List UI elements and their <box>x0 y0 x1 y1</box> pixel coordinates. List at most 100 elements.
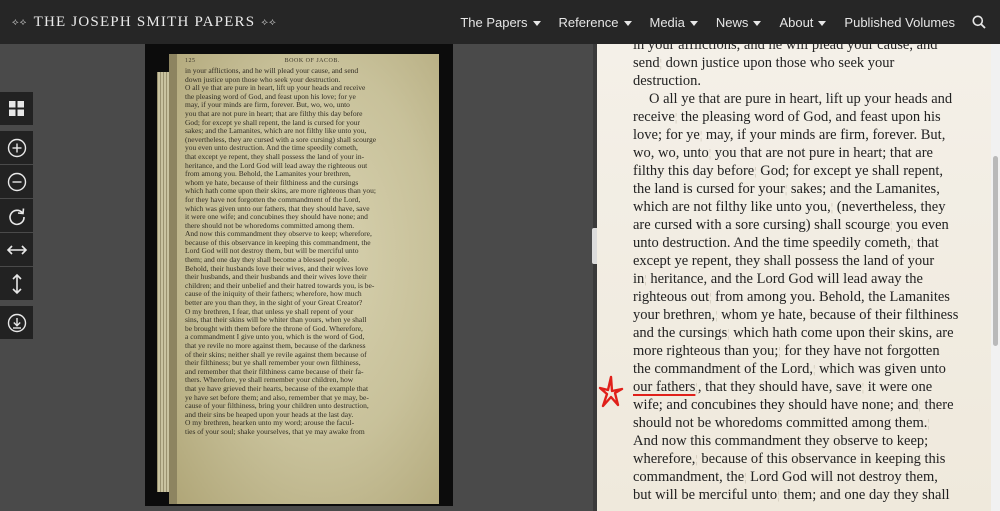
transcript-line: And now this commandment they observe to… <box>633 432 967 450</box>
scan-line: ties of your soul; shake yourselves, tha… <box>185 426 365 436</box>
transcript-segment: filthy this day before <box>633 163 755 179</box>
transcript-segment: more righteous than you; <box>633 343 779 359</box>
search-icon <box>972 15 986 29</box>
book-scan: 125 BOOK OF JACOB. in your afflictions, … <box>145 44 453 506</box>
transcript-line: more righteous than you;¦ for they have … <box>633 342 967 360</box>
transcript-segment: the commandment of the Lord, <box>633 361 813 377</box>
scan-running-head: 125 BOOK OF JACOB. <box>185 58 429 64</box>
transcript-line: unto destruction. And the time speedily … <box>633 234 967 252</box>
transcript-line: receive¦ the pleasing word of God, and f… <box>633 108 967 126</box>
transcript-line: O all ye that are pure in heart, lift up… <box>633 90 967 108</box>
site-logo[interactable]: ⟡⟡ THE JOSEPH SMITH PAPERS ⟡⟡ <box>0 14 277 31</box>
transcript-segment: send <box>633 55 660 71</box>
fit-height-button[interactable] <box>0 267 33 300</box>
scanned-page: 125 BOOK OF JACOB. in your afflictions, … <box>169 54 439 504</box>
nav-about[interactable]: About <box>770 0 835 44</box>
transcript-line: love; for ye¦ may, if your minds are fir… <box>633 126 967 144</box>
transcript-segment: which was given unto <box>815 361 946 377</box>
nav-label: News <box>715 14 749 30</box>
transcript-segment: your brethren, <box>633 307 716 323</box>
transcript-segment: wo, wo, unto <box>633 145 709 161</box>
zoom-out-icon <box>7 172 26 191</box>
zoom-in-button[interactable] <box>0 131 33 164</box>
chevron-down-icon <box>753 20 762 26</box>
site-title[interactable]: THE JOSEPH SMITH PAPERS <box>34 14 256 31</box>
transcript-segment: down justice upon those who seek your <box>662 55 895 71</box>
top-navigation-bar: ⟡⟡ THE JOSEPH SMITH PAPERS ⟡⟡ The Papers… <box>0 0 1000 44</box>
search-button[interactable] <box>964 0 994 44</box>
main-menu: The Papers Reference Media News About Pu… <box>451 0 1000 44</box>
grid-view-button[interactable] <box>0 92 33 125</box>
chevron-down-icon <box>818 20 827 26</box>
fit-width-button[interactable] <box>0 233 33 266</box>
image-viewer[interactable]: 125 BOOK OF JACOB. in your afflictions, … <box>33 44 593 511</box>
fit-height-icon <box>11 273 22 294</box>
rotate-button[interactable] <box>0 199 33 232</box>
transcript-segment: from among you. Behold, the Lamanites <box>711 289 950 305</box>
transcript-line: destruction. <box>633 72 967 90</box>
transcript-segment: love; for ye <box>633 127 700 143</box>
transcript-segment: should not be whoredoms committed among … <box>633 415 928 431</box>
transcript-segment: And now this commandment they observe to… <box>633 433 929 449</box>
transcript-segment: except ye repent, they shall possess the… <box>633 253 935 269</box>
scrollbar[interactable] <box>991 44 1000 511</box>
rotate-icon <box>8 207 25 225</box>
transcript-segment: wherefore, <box>633 451 696 467</box>
transcript-line: which are not filthy like unto you,¦ (ne… <box>633 198 967 216</box>
scan-text-block: in your afflictions, and he will plead y… <box>185 66 429 437</box>
scan-page-number: 125 <box>185 58 196 64</box>
transcript-segment: unto destruction. And the time speedily … <box>633 235 911 251</box>
viewer-toolbar <box>0 92 33 340</box>
nav-reference[interactable]: Reference <box>550 0 641 44</box>
transcript-segment: because of this observance in keeping th… <box>697 451 946 467</box>
transcript-segment: wife; and concubines they should have no… <box>633 397 919 413</box>
transcript-segment: whom ye hate, because of their filthines… <box>717 307 959 323</box>
transcript-line: wherefore,¦ because of this observance i… <box>633 450 967 468</box>
transcript-line: except ye repent, they shall possess the… <box>633 252 967 270</box>
transcript-segment: which are not filthy like unto you, <box>633 199 831 215</box>
transcript-line: the land is cursed for your¦ sakes; and … <box>633 180 967 198</box>
transcript-segment: and the cursings <box>633 325 728 341</box>
grid-view-icon <box>9 101 24 116</box>
nav-published-volumes[interactable]: Published Volumes <box>835 0 964 44</box>
transcript-segment: are cursed with a sore cursing) shall sc… <box>633 217 891 233</box>
transcript-segment: destruction. <box>633 73 702 89</box>
transcript-line: righteous out¦ from among you. Behold, t… <box>633 288 967 306</box>
transcript-segment: (nevertheless, they <box>833 199 946 215</box>
scan-title: BOOK OF JACOB. <box>284 58 340 64</box>
transcript-segment: may, if your minds are firm, forever. Bu… <box>702 127 946 143</box>
download-button[interactable] <box>0 306 33 339</box>
transcript-segment: them; and one day they shall <box>779 487 950 503</box>
ornament-left-icon: ⟡⟡ <box>12 16 28 28</box>
ornament-right-icon: ⟡⟡ <box>261 16 277 28</box>
transcript-line: but will be merciful unto¦ them; and one… <box>633 486 967 504</box>
transcript-segment: that <box>913 235 939 251</box>
nav-news[interactable]: News <box>707 0 771 44</box>
nav-label: Media <box>649 14 685 30</box>
transcript-line: our fathers¦, that they should have, sav… <box>633 378 967 396</box>
fit-width-icon <box>6 244 27 255</box>
transcript-segment: the land is cursed for your <box>633 181 785 197</box>
transcript-segment: sakes; and the Lamanites, <box>787 181 940 197</box>
transcript-line: should not be whoredoms committed among … <box>633 414 967 432</box>
zoom-out-button[interactable] <box>0 165 33 198</box>
nav-label: Reference <box>558 14 619 30</box>
transcript-segment: the pleasing word of God, and feast upon… <box>677 109 941 125</box>
transcript-segment: O all ye that are pure in heart, lift up… <box>649 91 953 107</box>
nav-media[interactable]: Media <box>641 0 707 44</box>
chevron-down-icon <box>532 20 541 26</box>
transcript-line: commandment, the¦ Lord God will not dest… <box>633 468 967 486</box>
chevron-down-icon <box>689 20 698 26</box>
red-star-annotation <box>598 375 624 408</box>
transcript-line: send¦ down justice upon those who seek y… <box>633 54 967 72</box>
transcript-segment: for they have not forgotten <box>780 343 940 359</box>
scrollbar-thumb[interactable] <box>993 156 998 346</box>
chevron-down-icon <box>623 20 632 26</box>
transcript-line: wife; and concubines they should have no… <box>633 396 967 414</box>
transcript-segment: receive <box>633 109 675 125</box>
transcript-line: in your afflictions, and he will plead y… <box>633 44 967 54</box>
nav-the-papers[interactable]: The Papers <box>451 0 549 44</box>
download-icon <box>7 313 26 332</box>
transcript-line: wo, wo, unto¦ you that are not pure in h… <box>633 144 967 162</box>
zoom-in-icon <box>7 138 26 157</box>
